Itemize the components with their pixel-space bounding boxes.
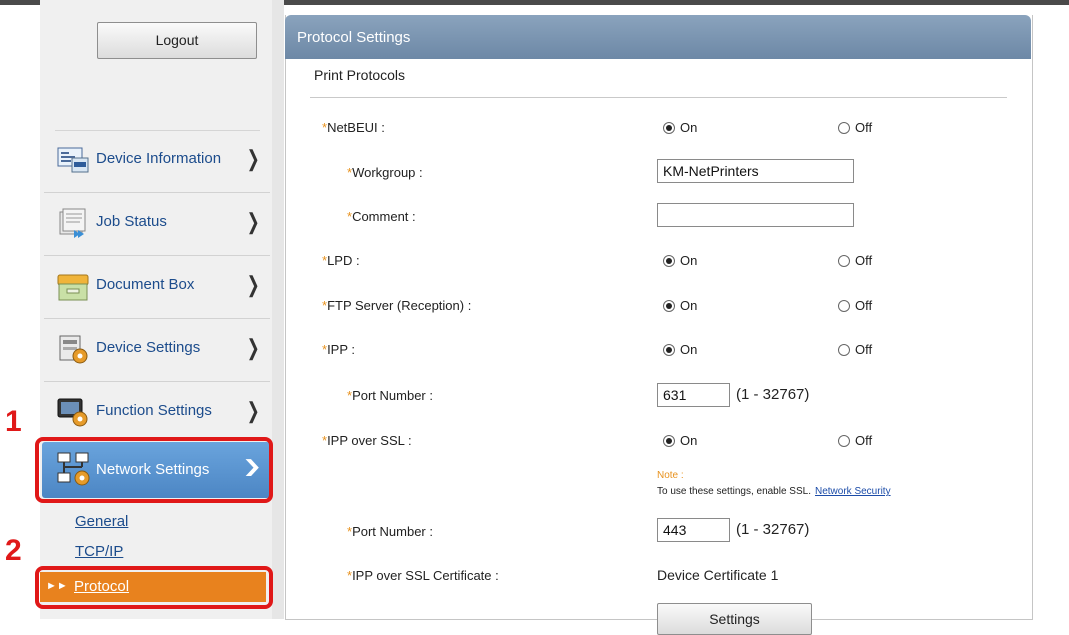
- menu-device-settings[interactable]: Device Settings ❯: [44, 319, 270, 382]
- ftp-on-radio[interactable]: On: [663, 298, 697, 313]
- chevron-right-icon: ❯: [246, 272, 260, 297]
- lpd-off-radio[interactable]: Off: [838, 253, 872, 268]
- sub-link-protocol[interactable]: ►► Protocol: [40, 572, 266, 602]
- menu-label: Device Information: [96, 150, 222, 167]
- ftp-off-radio[interactable]: Off: [838, 298, 872, 313]
- chevron-right-icon: ❯: [246, 398, 260, 423]
- netbeui-on-radio[interactable]: On: [663, 120, 697, 135]
- ipp-off-radio[interactable]: Off: [838, 342, 872, 357]
- menu-label: Device Settings: [96, 339, 201, 356]
- ipp-ssl-on-radio[interactable]: On: [663, 433, 697, 448]
- arrow-right-icon: ►►: [46, 580, 68, 592]
- ssl-port-label: *Port Number :: [347, 524, 433, 539]
- panel-title: Protocol Settings: [297, 29, 411, 46]
- ssl-cert-label: *IPP over SSL Certificate :: [347, 568, 499, 583]
- step-number-1: 1: [5, 405, 22, 438]
- menu-label: Network Settings: [96, 461, 210, 478]
- netbeui-label: *NetBEUI :: [322, 120, 385, 135]
- sub-link-tcpip[interactable]: TCP/IP: [75, 543, 123, 560]
- ipp-ssl-label: *IPP over SSL :: [322, 433, 412, 448]
- note-title: Note :: [657, 470, 684, 481]
- ipp-port-label: *Port Number :: [347, 388, 433, 403]
- section-title: Print Protocols: [314, 67, 406, 83]
- chevron-right-icon: ❯: [246, 146, 260, 171]
- menu-device-information[interactable]: Device Information ❯: [44, 130, 270, 193]
- menu-document-box[interactable]: Document Box ❯: [44, 256, 270, 319]
- network-settings-icon: [57, 452, 90, 486]
- document-box-icon: [57, 274, 89, 301]
- ipp-port-input[interactable]: 631: [657, 383, 730, 407]
- ssl-port-input[interactable]: 443: [657, 518, 730, 542]
- menu-label: Document Box: [96, 276, 195, 293]
- sub-link-label: Protocol: [74, 578, 130, 595]
- ipp-on-radio[interactable]: On: [663, 342, 697, 357]
- note-text: To use these settings, enable SSL. Networ…: [657, 486, 891, 497]
- settings-button[interactable]: Settings: [657, 603, 812, 635]
- comment-input[interactable]: [657, 203, 854, 227]
- step-number-2: 2: [5, 534, 22, 567]
- menu-label: Job Status: [96, 213, 167, 230]
- ssl-port-range: (1 - 32767): [736, 521, 810, 538]
- netbeui-off-radio[interactable]: Off: [838, 120, 872, 135]
- function-settings-icon: [57, 398, 88, 427]
- device-information-icon: [57, 147, 89, 173]
- lpd-on-radio[interactable]: On: [663, 253, 697, 268]
- ipp-port-range: (1 - 32767): [736, 386, 810, 403]
- divider: [310, 97, 1007, 98]
- sub-link-general[interactable]: General: [75, 513, 128, 530]
- menu-function-settings[interactable]: Function Settings ❯: [44, 382, 270, 441]
- workgroup-input[interactable]: KM-NetPrinters: [657, 159, 854, 183]
- ipp-ssl-off-radio[interactable]: Off: [838, 433, 872, 448]
- lpd-label: *LPD :: [322, 253, 360, 268]
- ftp-label: *FTP Server (Reception) :: [322, 298, 472, 313]
- device-settings-icon: [59, 335, 88, 364]
- panel-header: Protocol Settings: [285, 15, 1031, 59]
- job-status-icon: [59, 208, 86, 238]
- chevron-down-icon: ❯: [241, 457, 262, 476]
- menu-label: Function Settings: [96, 402, 212, 419]
- sidebar-divider: [272, 0, 284, 619]
- chevron-right-icon: ❯: [246, 335, 260, 360]
- network-security-link[interactable]: Network Security: [815, 486, 891, 497]
- logout-button[interactable]: Logout: [97, 22, 257, 59]
- ipp-label: *IPP :: [322, 342, 356, 357]
- chevron-right-icon: ❯: [246, 209, 260, 234]
- ssl-cert-value: Device Certificate 1: [657, 567, 779, 583]
- comment-label: *Comment :: [347, 209, 416, 224]
- menu-network-settings[interactable]: Network Settings ❯: [42, 442, 270, 498]
- menu-job-status[interactable]: Job Status ❯: [44, 193, 270, 256]
- workgroup-label: *Workgroup :: [347, 165, 423, 180]
